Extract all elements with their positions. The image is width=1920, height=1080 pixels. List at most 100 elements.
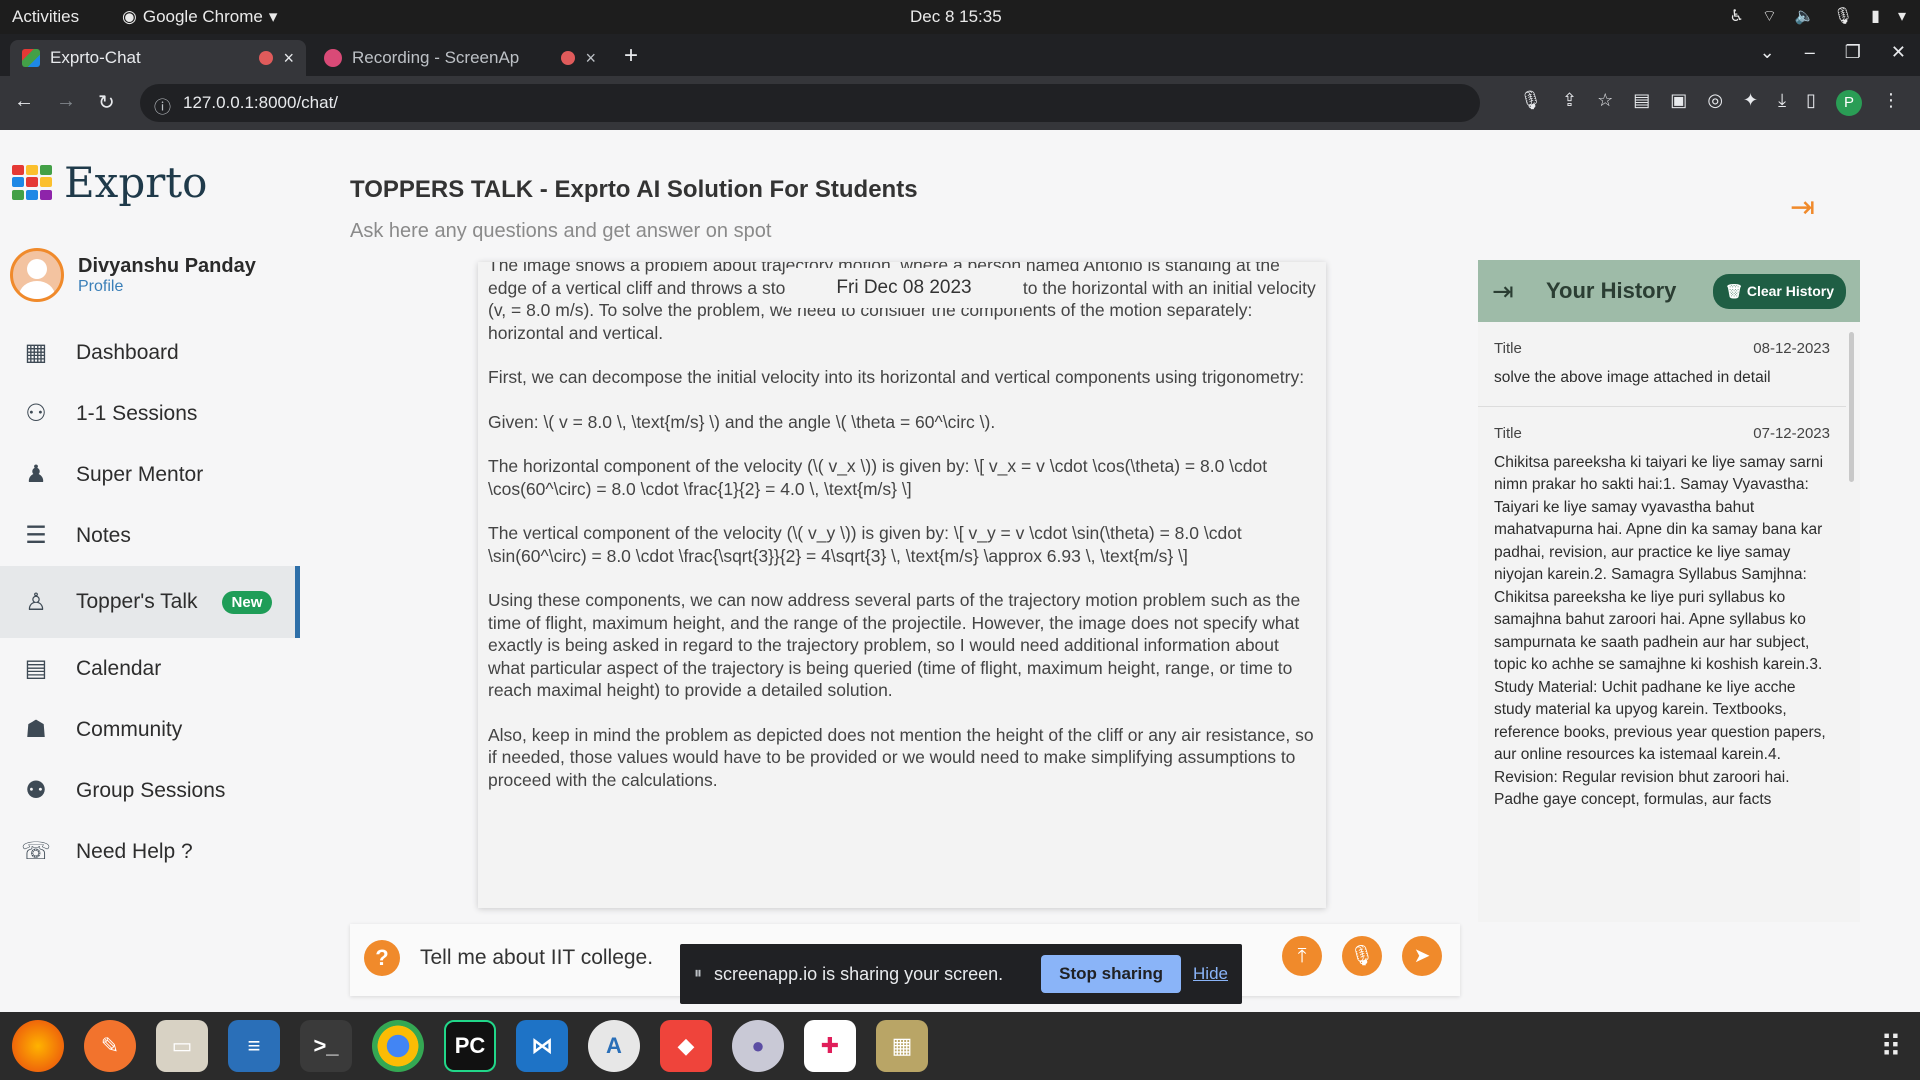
- clear-history-label: Clear History: [1746, 282, 1834, 299]
- screenshot-icon[interactable]: ●: [732, 1020, 784, 1072]
- sidebar-item-dashboard[interactable]: ▦ Dashboard: [0, 322, 300, 383]
- slack-icon[interactable]: ✚: [804, 1020, 856, 1072]
- bookmark-star-icon[interactable]: ☆: [1597, 90, 1613, 116]
- sidebar: Exprto Divyanshu Panday Profile ▦ Dashbo…: [0, 130, 300, 1012]
- close-tab-icon[interactable]: ×: [585, 48, 596, 69]
- sidebar-item-label: Calendar: [76, 656, 162, 680]
- sidebar-item-toppers-talk[interactable]: ♙ Topper's Talk New: [0, 566, 300, 638]
- sidebar-item-need-help[interactable]: ☏ Need Help ?: [0, 821, 300, 882]
- pycharm-icon[interactable]: PC: [444, 1020, 496, 1072]
- text-editor-icon[interactable]: ✎: [84, 1020, 136, 1072]
- software-center-icon[interactable]: A: [588, 1020, 640, 1072]
- sidebar-item-calendar[interactable]: ▤ Calendar: [0, 638, 300, 699]
- new-tab-button[interactable]: +: [624, 42, 638, 70]
- logo-text: Exprto: [64, 158, 208, 207]
- archive-icon[interactable]: ▦: [876, 1020, 928, 1072]
- sidebar-nav: ▦ Dashboard ⚇ 1-1 Sessions ♟ Super Mento…: [0, 322, 300, 882]
- answer-paragraph: Using these components, we can now addre…: [488, 590, 1301, 700]
- profile-link[interactable]: Profile: [78, 278, 256, 296]
- tab-exprto-chat[interactable]: Exprto-Chat ×: [10, 40, 306, 76]
- history-item-title-label: Title: [1494, 340, 1522, 357]
- history-item[interactable]: Title 07-12-2023 Chikitsa pareeksha ki t…: [1478, 407, 1846, 872]
- sidepanel-icon[interactable]: ▯: [1806, 90, 1816, 116]
- exprto-favicon-icon: [22, 49, 40, 67]
- dock: ✎ ▭ ≡ >_ PC ⋈ A ◆ ● ✚ ▦: [12, 1020, 928, 1072]
- clock[interactable]: Dec 8 15:35: [910, 7, 1002, 27]
- close-tab-icon[interactable]: ×: [283, 48, 294, 69]
- hide-link[interactable]: Hide: [1193, 964, 1228, 984]
- sessions-icon: ⚇: [25, 400, 47, 427]
- web-page: Exprto Divyanshu Panday Profile ▦ Dashbo…: [0, 130, 1920, 1012]
- new-badge: New: [221, 590, 273, 614]
- question-input[interactable]: Tell me about IIT college.: [420, 946, 653, 970]
- back-icon[interactable]: ←: [14, 90, 34, 115]
- close-window-icon[interactable]: ✕: [1891, 42, 1906, 63]
- forward-icon[interactable]: →: [56, 90, 76, 115]
- history-item-date: 08-12-2023: [1753, 340, 1830, 357]
- volume-icon: 🔈: [1794, 8, 1815, 25]
- answer-panel: The image shows a problem about trajecto…: [478, 262, 1326, 908]
- mic-icon[interactable]: 🎙: [1519, 90, 1542, 116]
- profile-avatar[interactable]: P: [1836, 90, 1862, 116]
- history-item[interactable]: Title 08-12-2023 solve the above image a…: [1478, 322, 1846, 407]
- profile-card[interactable]: Divyanshu Panday Profile: [10, 240, 290, 310]
- url-field[interactable]: ⓘ 127.0.0.1:8000/chat/: [140, 84, 1480, 122]
- clear-history-button[interactable]: 🗑 Clear History: [1713, 273, 1846, 309]
- sidebar-item-super-mentor[interactable]: ♟ Super Mentor: [0, 444, 300, 505]
- send-button[interactable]: ➤: [1402, 936, 1442, 976]
- stop-sharing-button[interactable]: Stop sharing: [1041, 955, 1182, 993]
- restore-icon[interactable]: ❐: [1845, 42, 1861, 63]
- upload-button[interactable]: ⤒: [1282, 936, 1322, 976]
- system-tray[interactable]: ♿ ⌔ 🔈 🎙 ▮ ▾: [1730, 6, 1906, 26]
- kebab-menu-icon[interactable]: ⋮: [1882, 90, 1900, 116]
- minimize-icon[interactable]: –: [1805, 42, 1815, 63]
- anydesk-icon[interactable]: ◆: [660, 1020, 712, 1072]
- vscode-icon[interactable]: ⋈: [516, 1020, 568, 1072]
- topper-icon: ♙: [25, 588, 47, 616]
- info-icon[interactable]: ⓘ: [154, 93, 171, 117]
- calendar-icon: ▤: [24, 655, 48, 682]
- mic-off-button[interactable]: 🎙: [1342, 936, 1382, 976]
- sidebar-item-notes[interactable]: ☰ Notes: [0, 505, 300, 566]
- sidebar-item-community[interactable]: ☗ Community: [0, 699, 300, 760]
- extension-icon[interactable]: ▤: [1633, 90, 1650, 116]
- sidebar-item-label: Topper's Talk: [76, 590, 198, 613]
- reload-icon[interactable]: ↻: [98, 90, 115, 115]
- files-icon[interactable]: ▭: [156, 1020, 208, 1072]
- app-menu[interactable]: ◉ Google Chrome ▾: [122, 7, 277, 27]
- accessibility-icon[interactable]: ♿: [1730, 6, 1744, 26]
- exprto-logo[interactable]: Exprto: [12, 158, 207, 207]
- taskbar: ✎ ▭ ≡ >_ PC ⋈ A ◆ ● ✚ ▦ ⠿: [0, 1012, 1920, 1080]
- app-grid-icon[interactable]: ⠿: [1880, 1030, 1902, 1065]
- history-item-text: solve the above image attached in detail: [1494, 369, 1771, 386]
- extension-icon[interactable]: ◎: [1707, 90, 1723, 116]
- download-icon[interactable]: ⤓: [1778, 90, 1786, 116]
- mic-icon: 🎙: [1832, 8, 1854, 25]
- sidebar-item-group-sessions[interactable]: ⚉ Group Sessions: [0, 760, 300, 821]
- share-icon[interactable]: ⇪: [1562, 90, 1577, 116]
- chevron-down-icon: ▾: [1897, 8, 1906, 25]
- chrome-icon[interactable]: [372, 1020, 424, 1072]
- sidebar-item-label: Group Sessions: [76, 778, 226, 802]
- firefox-icon[interactable]: [12, 1020, 64, 1072]
- answer-paragraph: First, we can decompose the initial velo…: [488, 367, 1305, 387]
- recording-icon: [259, 51, 274, 65]
- group-icon: ⚉: [25, 777, 47, 804]
- writer-icon[interactable]: ≡: [228, 1020, 280, 1072]
- window-controls: ⌄ – ❐ ✕: [1760, 42, 1906, 63]
- sidebar-item-label: Super Mentor: [76, 462, 204, 486]
- history-item-date: 07-12-2023: [1753, 424, 1830, 442]
- terminal-icon[interactable]: >_: [300, 1020, 352, 1072]
- screen-share-bar: ⏸ screenapp.io is sharing your screen. S…: [680, 944, 1242, 1004]
- logout-icon[interactable]: ⇥: [1790, 190, 1824, 224]
- puzzle-icon[interactable]: ✦: [1743, 90, 1758, 116]
- history-scrollbar[interactable]: [1849, 332, 1854, 482]
- tab-screenapp[interactable]: Recording - ScreenAp ×: [312, 40, 608, 76]
- activities-button[interactable]: Activities: [12, 7, 79, 27]
- tab-search-icon[interactable]: ⌄: [1760, 42, 1775, 63]
- sidebar-item-sessions[interactable]: ⚇ 1-1 Sessions: [0, 383, 300, 444]
- help-icon: ☏: [20, 838, 51, 865]
- collapse-arrow-icon[interactable]: ⇥: [1492, 276, 1528, 307]
- chevron-down-icon: ▾: [268, 7, 278, 26]
- extension-icon[interactable]: ▣: [1670, 90, 1687, 116]
